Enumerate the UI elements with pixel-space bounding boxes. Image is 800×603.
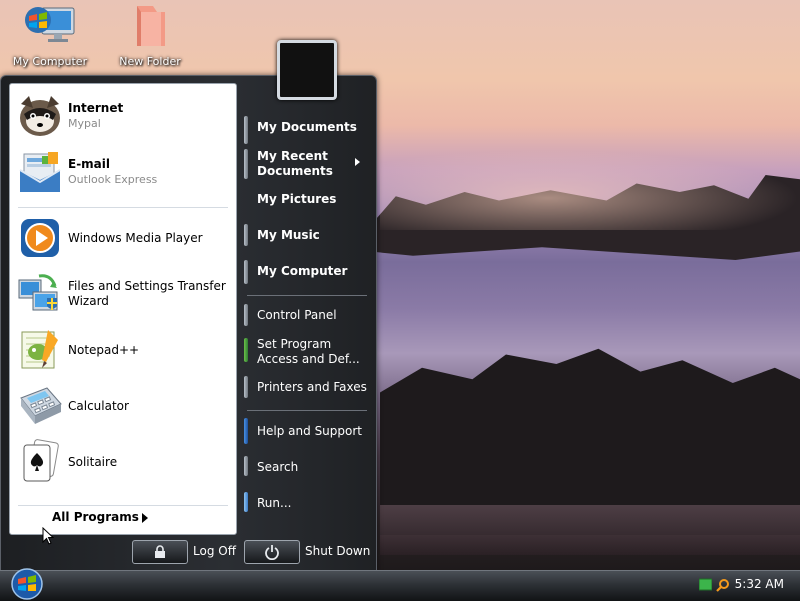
mouse-cursor-icon: [42, 526, 55, 548]
outlook-express-icon: [16, 148, 64, 196]
wallpaper-rocks-back: [370, 175, 800, 260]
log-off-button[interactable]: [132, 540, 188, 564]
recent-item-label: Calculator: [68, 398, 129, 413]
solitaire-icon: [16, 438, 64, 486]
all-programs-button[interactable]: All Programs: [52, 510, 139, 524]
recent-item-transfer-wizard[interactable]: Files and Settings Transfer Wizard: [16, 270, 230, 318]
taskbar: [0, 570, 800, 601]
my-computer-icon: [5, 2, 95, 51]
right-item-help-and-support[interactable]: Help and Support: [257, 424, 362, 439]
lock-icon: [155, 545, 165, 558]
recent-item-notepad-plus-plus[interactable]: Notepad++: [16, 326, 230, 374]
item-accent-bar: [244, 338, 248, 362]
folder-icon: [105, 2, 195, 51]
start-menu-programs-pane: Internet Mypal E-mail Outlook Express Wi…: [9, 83, 237, 535]
calculator-icon: [16, 382, 64, 430]
right-item-my-documents[interactable]: My Documents: [257, 120, 357, 135]
recent-item-solitaire[interactable]: Solitaire: [16, 438, 230, 486]
item-accent-bar: [244, 149, 248, 179]
search-icon[interactable]: [716, 578, 729, 592]
mypal-browser-icon: [16, 92, 64, 140]
shut-down-label[interactable]: Shut Down: [305, 544, 370, 558]
item-accent-bar: [244, 116, 248, 144]
shut-down-button[interactable]: [244, 540, 300, 564]
right-pane-separator: [247, 295, 367, 296]
item-accent-bar: [244, 304, 248, 326]
chevron-right-icon: [142, 513, 148, 523]
desktop-icon-new-folder[interactable]: New Folder: [105, 2, 195, 68]
item-accent-bar: [244, 456, 248, 476]
media-player-icon: [16, 214, 64, 262]
right-item-control-panel[interactable]: Control Panel: [257, 308, 337, 323]
power-icon: [265, 545, 279, 560]
wallpaper-shore: [380, 505, 800, 555]
start-menu: Internet Mypal E-mail Outlook Express Wi…: [0, 40, 377, 571]
right-item-set-program-access[interactable]: Set Program Access and Def...: [257, 337, 360, 367]
transfer-wizard-icon: [16, 270, 64, 318]
item-accent-bar: [244, 376, 248, 398]
start-button[interactable]: [7, 568, 47, 600]
item-accent-bar: [244, 224, 248, 246]
recent-item-label: Windows Media Player: [68, 230, 203, 245]
right-item-my-recent-documents[interactable]: My Recent Documents: [257, 149, 333, 179]
item-accent-bar: [244, 492, 248, 512]
desktop-icon-label: My Computer: [12, 55, 88, 68]
pinned-item-internet[interactable]: Internet Mypal: [16, 92, 230, 140]
windows-logo-icon: [11, 568, 43, 600]
pinned-item-email[interactable]: E-mail Outlook Express: [16, 148, 230, 196]
chevron-right-icon: [355, 158, 360, 166]
pinned-item-subtitle: Outlook Express: [68, 173, 158, 186]
right-item-run[interactable]: Run...: [257, 496, 291, 511]
right-item-my-computer[interactable]: My Computer: [257, 264, 347, 279]
pinned-item-subtitle: Mypal: [68, 117, 101, 130]
programs-separator: [18, 207, 228, 208]
recent-item-label: Files and Settings Transfer Wizard: [68, 279, 226, 308]
right-pane-separator: [247, 410, 367, 411]
right-item-my-music[interactable]: My Music: [257, 228, 320, 243]
taskbar-clock[interactable]: 5:32 AM: [735, 577, 784, 591]
right-item-printers-and-faxes[interactable]: Printers and Faxes: [257, 380, 367, 395]
recent-item-calculator[interactable]: Calculator: [16, 382, 230, 430]
programs-separator: [18, 505, 228, 506]
right-item-search[interactable]: Search: [257, 460, 298, 475]
log-off-label[interactable]: Log Off: [193, 544, 236, 558]
desktop-icon-label: New Folder: [119, 55, 181, 68]
network-icon[interactable]: [698, 578, 713, 591]
pinned-item-title: Internet: [68, 101, 124, 115]
recent-item-label: Notepad++: [68, 342, 140, 357]
notepad-plus-plus-icon: [16, 326, 64, 374]
recent-item-label: Solitaire: [68, 454, 118, 469]
item-accent-bar: [244, 260, 248, 284]
desktop-icon-my-computer[interactable]: My Computer: [5, 2, 95, 68]
pinned-item-title: E-mail: [68, 157, 111, 171]
item-accent-bar: [244, 418, 248, 444]
recent-item-windows-media-player[interactable]: Windows Media Player: [16, 214, 230, 262]
right-item-my-pictures[interactable]: My Pictures: [257, 192, 336, 207]
user-account-picture[interactable]: [277, 40, 337, 100]
